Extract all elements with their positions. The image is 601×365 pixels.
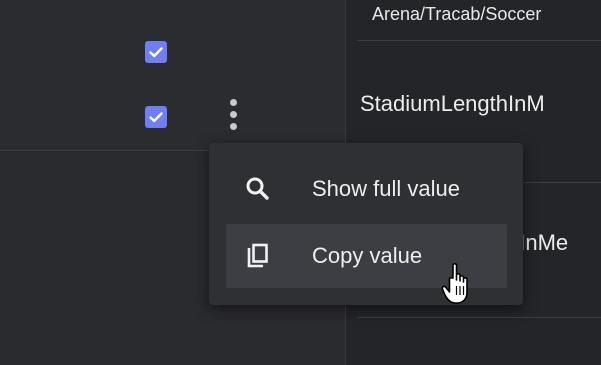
menu-item-label: Show full value [312, 176, 460, 201]
copy-icon [247, 243, 268, 268]
cell-divider [357, 317, 601, 318]
selection-column [0, 0, 345, 150]
hand-pointer-cursor-icon [441, 263, 468, 304]
column-header-text: Arena/Tracab/Soccer [372, 4, 542, 24]
row-checkbox[interactable] [145, 106, 167, 128]
search-icon [246, 177, 269, 200]
screen: Arena/Tracab/Soccer StadiumLengthInM hIn… [0, 0, 601, 365]
more-options-icon[interactable] [229, 99, 239, 135]
row-checkbox[interactable] [145, 41, 167, 63]
menu-item-show-full-value[interactable]: Show full value [226, 157, 507, 221]
menu-item-label: Copy value [312, 243, 423, 268]
checkmark-icon [149, 112, 163, 123]
checkmark-icon [149, 47, 163, 58]
table-cell-value[interactable]: StadiumLengthInM [360, 91, 545, 117]
